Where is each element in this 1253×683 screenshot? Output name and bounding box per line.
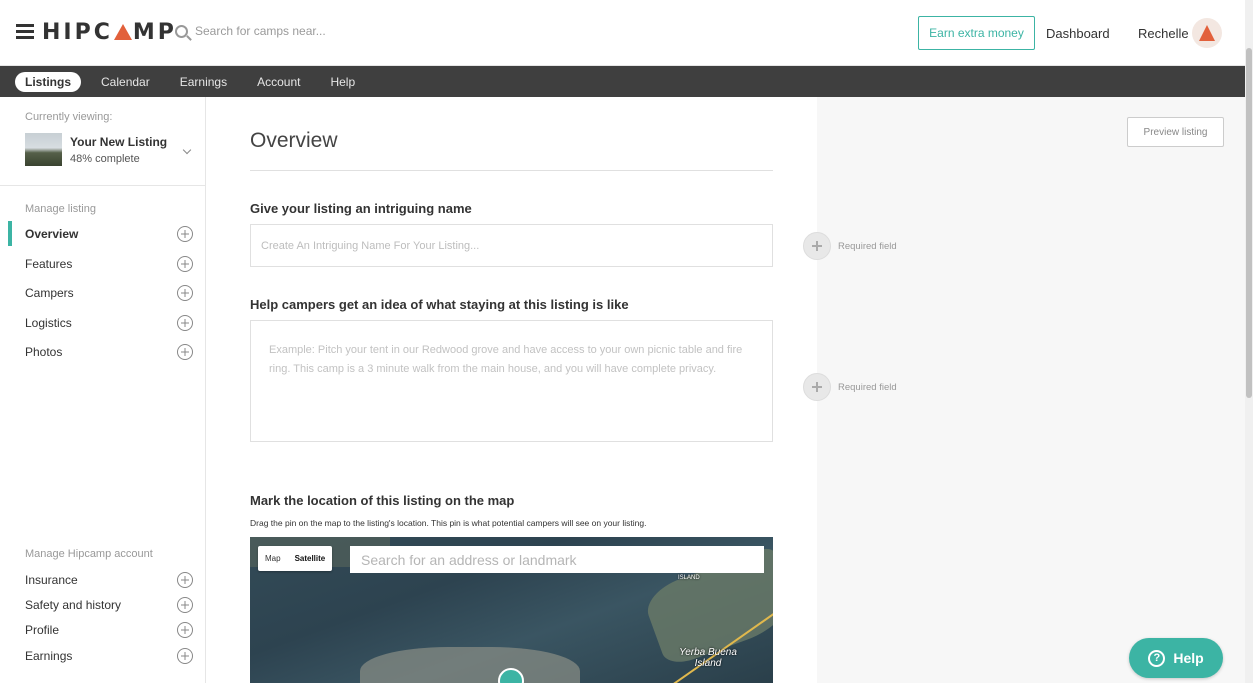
preview-listing-button[interactable]: Preview listing	[1127, 117, 1224, 147]
header-search	[175, 24, 395, 38]
required-field-label: Required field	[838, 381, 897, 393]
sidebar-item-earnings[interactable]: Earnings	[25, 646, 193, 666]
plus-circle-icon	[177, 648, 193, 664]
listing-name-input[interactable]	[250, 224, 773, 267]
map-place-label: Yerba Buena Island	[679, 647, 737, 669]
location-map[interactable]: Map Satellite ISLAND Yerba Buena Island	[250, 537, 773, 683]
earn-extra-money-button[interactable]: Earn extra money	[918, 16, 1035, 50]
sidebar-divider	[0, 185, 205, 186]
currently-viewing-label: Currently viewing:	[25, 111, 113, 123]
tent-avatar-icon	[1199, 25, 1215, 41]
chevron-down-icon[interactable]	[182, 145, 192, 155]
sidebar-item-label: Features	[25, 257, 73, 271]
plus-circle-icon	[803, 232, 831, 260]
main-content: Overview Give your listing an intriguing…	[206, 97, 817, 683]
sidebar-item-features[interactable]: Features	[25, 254, 193, 274]
map-place-label: ISLAND	[678, 575, 700, 581]
manage-account-label: Manage Hipcamp account	[25, 548, 153, 560]
dashboard-link[interactable]: Dashboard	[1046, 26, 1110, 41]
required-field-indicator: Required field	[803, 373, 897, 401]
map-search-input[interactable]	[350, 546, 764, 573]
plus-circle-icon	[177, 315, 193, 331]
listing-description-input[interactable]	[250, 320, 773, 442]
help-button-label: Help	[1173, 650, 1204, 666]
help-button[interactable]: ? Help	[1129, 638, 1223, 678]
plus-circle-icon	[177, 285, 193, 301]
title-divider	[250, 170, 773, 171]
plus-circle-icon	[177, 572, 193, 588]
sidebar-item-label: Profile	[25, 623, 60, 637]
map-help-text: Drag the pin on the map to the listing's…	[250, 518, 647, 528]
sidebar-item-label: Insurance	[25, 573, 78, 587]
map-type-map-button[interactable]: Map	[258, 546, 288, 571]
logo-text-left: HIPC	[42, 20, 113, 45]
sidebar-item-profile[interactable]: Profile	[25, 620, 193, 640]
hamburger-menu-icon[interactable]	[16, 24, 34, 39]
user-name-link[interactable]: Rechelle	[1138, 26, 1189, 41]
scrollbar-thumb[interactable]	[1246, 48, 1252, 398]
listing-thumbnail[interactable]	[25, 133, 62, 166]
tent-logo-icon	[113, 24, 132, 40]
sidebar-item-insurance[interactable]: Insurance	[25, 570, 193, 590]
search-input[interactable]	[195, 24, 395, 38]
sidebar-item-overview[interactable]: Overview	[25, 224, 193, 244]
map-type-toggle: Map Satellite	[258, 546, 333, 571]
listing-progress: 48% complete	[70, 153, 140, 165]
sidebar-item-logistics[interactable]: Logistics	[25, 313, 193, 333]
active-indicator	[8, 221, 12, 246]
question-icon: ?	[1148, 649, 1166, 667]
plus-circle-icon	[177, 622, 193, 638]
sidebar-item-label: Overview	[25, 227, 79, 241]
tab-account[interactable]: Account	[257, 75, 300, 89]
avatar[interactable]	[1192, 18, 1222, 48]
map-terrain	[360, 647, 580, 683]
sidebar: Currently viewing: Your New Listing 48% …	[0, 97, 206, 683]
sidebar-item-label: Logistics	[25, 316, 72, 330]
listing-title[interactable]: Your New Listing	[70, 135, 167, 149]
description-field-label: Help campers get an idea of what staying…	[250, 297, 629, 312]
main-nav: Listings Calendar Earnings Account Help	[0, 66, 1245, 97]
required-field-label: Required field	[838, 240, 897, 252]
required-field-indicator: Required field	[803, 232, 897, 260]
tab-calendar[interactable]: Calendar	[101, 75, 150, 89]
plus-circle-icon	[803, 373, 831, 401]
plus-circle-icon	[177, 344, 193, 360]
tab-listings[interactable]: Listings	[15, 71, 82, 92]
page-title: Overview	[250, 129, 338, 152]
manage-listing-label: Manage listing	[25, 203, 96, 215]
logo-text-right: MP	[132, 20, 177, 45]
top-header: HIPC MP Earn extra money Dashboard Rechel…	[0, 0, 1245, 66]
tab-help[interactable]: Help	[330, 75, 355, 89]
search-icon	[175, 24, 188, 38]
hipcamp-logo[interactable]: HIPC MP	[42, 20, 177, 45]
sidebar-item-label: Photos	[25, 345, 63, 359]
sidebar-item-label: Campers	[25, 286, 74, 300]
plus-circle-icon	[177, 256, 193, 272]
map-field-label: Mark the location of this listing on the…	[250, 493, 515, 508]
map-type-satellite-button[interactable]: Satellite	[288, 546, 333, 571]
name-field-label: Give your listing an intriguing name	[250, 201, 472, 216]
plus-circle-icon	[177, 597, 193, 613]
tab-earnings[interactable]: Earnings	[180, 75, 227, 89]
sidebar-item-photos[interactable]: Photos	[25, 342, 193, 362]
plus-circle-icon	[177, 226, 193, 242]
sidebar-item-label: Earnings	[25, 649, 73, 663]
sidebar-item-safety[interactable]: Safety and history	[25, 595, 193, 615]
sidebar-item-label: Safety and history	[25, 598, 122, 612]
page-scrollbar[interactable]	[1245, 0, 1253, 683]
sidebar-item-campers[interactable]: Campers	[25, 283, 193, 303]
right-panel: Preview listing Required field Required …	[803, 97, 1245, 683]
